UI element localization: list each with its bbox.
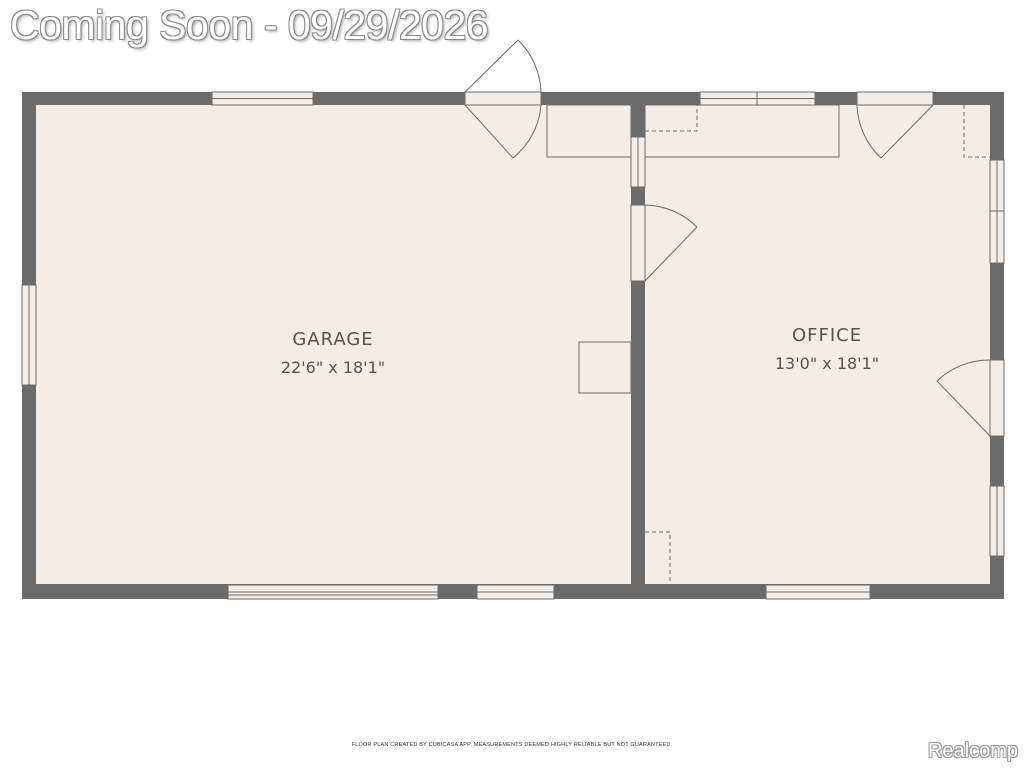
- partition-window: [630, 136, 646, 188]
- coming-soon-banner: Coming Soon - 09/29/2026: [10, 2, 489, 48]
- window-left-garage: [21, 284, 37, 386]
- garage-dims-label: 22'6" x 18'1": [281, 358, 385, 377]
- window-bottom-office: [765, 584, 871, 600]
- garage-name-label: GARAGE: [292, 329, 373, 350]
- window-right-office-2: [989, 485, 1005, 557]
- window-top-garage: [211, 91, 314, 106]
- office-name-label: OFFICE: [792, 325, 862, 346]
- office-dims-label: 13'0" x 18'1": [775, 354, 879, 373]
- garage-overhead-door: [227, 584, 439, 600]
- window-bottom-garage: [476, 584, 555, 600]
- floor-plan: GARAGE 22'6" x 18'1" OFFICE 13'0" x 18'1…: [21, 39, 1005, 600]
- realcomp-watermark: Realcomp: [927, 740, 1018, 762]
- window-top-office: [699, 91, 816, 106]
- floor-plan-disclaimer: FLOOR PLAN CREATED BY CUBICASA APP. MEAS…: [351, 742, 673, 748]
- window-right-office-1: [989, 159, 1005, 264]
